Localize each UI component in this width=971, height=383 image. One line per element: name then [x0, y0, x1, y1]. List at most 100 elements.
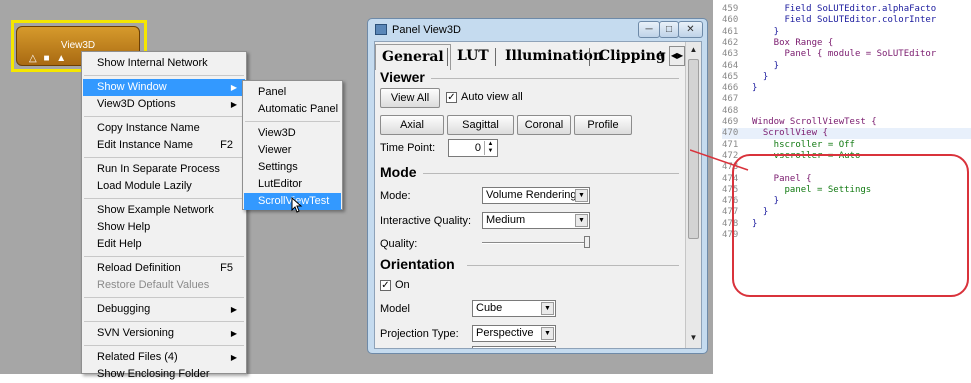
viewer-group-heading: Viewer [380, 69, 425, 85]
line-number: 467 [722, 94, 739, 105]
spin-arrows-icon[interactable]: ▲ ▼ [484, 141, 496, 155]
submenu-item-luteditor[interactable]: LutEditor [244, 176, 341, 193]
panel-vertical-scrollbar[interactable]: ▲ ▼ [685, 42, 701, 348]
code-line[interactable]: 460 Field SoLUTEditor.colorInter [722, 15, 971, 26]
menu-shortcut: F2 [220, 139, 233, 151]
code-line[interactable]: 470 ScrollView { [722, 128, 971, 140]
submenu-arrow-icon: ▶ [230, 83, 237, 92]
panel-titlebar[interactable]: Panel View3D ─ □ ✕ [368, 19, 707, 41]
sagittal-button[interactable]: Sagittal [447, 115, 514, 135]
orientation-on-label: On [395, 279, 410, 291]
hidden-select[interactable] [472, 346, 556, 348]
time-point-spinbox[interactable]: 0 ▲ ▼ [448, 139, 498, 157]
menu-item-edit-help[interactable]: Edit Help [83, 236, 245, 253]
menu-item-run-in-separate-process[interactable]: Run In Separate Process [83, 161, 245, 178]
scroll-down-icon[interactable]: ▼ [686, 330, 701, 346]
time-point-label: Time Point: [380, 142, 436, 154]
annotation-connector [690, 149, 749, 171]
close-button[interactable]: ✕ [678, 21, 703, 38]
auto-view-all-checkbox[interactable]: ✓ [446, 92, 457, 103]
code-text: } [752, 71, 769, 82]
quality-slider-track[interactable] [482, 242, 590, 244]
menu-item-view3d-options[interactable]: View3D Options ▶ [83, 96, 245, 113]
orientation-on-checkbox[interactable]: ✓ [380, 280, 391, 291]
menu-item-show-example-network[interactable]: Show Example Network [83, 202, 245, 219]
menu-item-copy-instance-name[interactable]: Copy Instance Name [83, 120, 245, 137]
maximize-button[interactable]: □ [659, 21, 679, 38]
submenu-item-viewer[interactable]: Viewer [244, 142, 341, 159]
menu-item-edit-instance-name[interactable]: Edit Instance Name F2 [83, 137, 245, 154]
menu-item-label: Load Module Lazily [97, 180, 192, 192]
interactive-quality-value: Medium [486, 214, 526, 226]
menu-item-load-module-lazily[interactable]: Load Module Lazily [83, 178, 245, 195]
submenu-item-panel[interactable]: Panel [244, 84, 341, 101]
tab-divider [447, 48, 448, 66]
code-text: Window ScrollViewTest { [752, 117, 877, 127]
code-line[interactable]: 464 } [722, 61, 971, 72]
code-line[interactable]: 461 } [722, 27, 971, 38]
minimize-button[interactable]: ─ [638, 21, 660, 38]
menu-item-label: Debugging [97, 303, 151, 315]
tab-general[interactable]: General [375, 44, 451, 70]
orientation-group-heading: Orientation [380, 256, 455, 272]
show-window-submenu: Panel Automatic Panel View3D Viewer Settings… [242, 80, 343, 210]
view-all-button[interactable]: View All [380, 88, 440, 108]
submenu-arrow-icon: ▶ [230, 329, 237, 338]
code-line[interactable]: 465 } [722, 72, 971, 83]
line-number: 462 [722, 37, 739, 48]
menu-item-label: Related Files (4) [97, 351, 178, 363]
tab-lut[interactable]: LUT [451, 44, 495, 70]
code-line[interactable]: 471 hscroller = Off [722, 140, 971, 151]
menu-item-restore-default-values[interactable]: Restore Default Values [83, 277, 245, 294]
submenu-item-view3d[interactable]: View3D [244, 125, 341, 142]
quality-slider-handle[interactable] [584, 236, 590, 248]
profile-button[interactable]: Profile [574, 115, 632, 135]
submenu-item-settings[interactable]: Settings [244, 159, 341, 176]
code-line[interactable]: 469 Window ScrollViewTest { [722, 117, 971, 128]
chevron-down-icon: ▼ [541, 302, 554, 315]
axial-button[interactable]: Axial [380, 115, 444, 135]
general-tab-content: Viewer View All ✓ Auto view all Axial Sa… [375, 69, 685, 348]
menu-item-reload-definition[interactable]: Reload Definition F5 [83, 260, 245, 277]
code-line[interactable]: 466} [722, 83, 971, 94]
menu-item-label: Show Internal Network [97, 57, 208, 69]
submenu-item-automatic-panel[interactable]: Automatic Panel [244, 101, 341, 118]
coronal-button[interactable]: Coronal [517, 115, 571, 135]
submenu-arrow-icon: ▶ [230, 305, 237, 314]
group-divider [423, 173, 679, 174]
module-ports-icon[interactable]: △ ■ ▲ [29, 53, 68, 64]
panel-window[interactable]: Panel View3D ─ □ ✕ General LUT Illuminat… [367, 18, 708, 354]
scroll-up-icon[interactable]: ▲ [686, 42, 701, 58]
code-text: Field SoLUTEditor.alphaFacto [752, 4, 937, 14]
menu-item-label: Copy Instance Name [97, 122, 200, 134]
code-text: Panel { module = SoLUTEditor [752, 49, 937, 60]
tab-overflow[interactable]: A [655, 44, 666, 70]
tab-scroll-arrows-icon[interactable]: ◀▶ [669, 46, 685, 66]
menu-item-show-internal-network[interactable]: Show Internal Network [83, 55, 245, 72]
submenu-arrow-icon: ▶ [230, 100, 237, 109]
interactive-quality-select[interactable]: Medium ▼ [482, 212, 590, 229]
line-number: 461 [722, 26, 739, 37]
menu-item-show-enclosing-folder[interactable]: Show Enclosing Folder [83, 366, 245, 383]
code-line[interactable]: 468 [722, 106, 971, 117]
annotation-callout [732, 154, 969, 297]
menu-item-show-window[interactable]: Show Window ▶ [83, 79, 245, 96]
projection-type-select[interactable]: Perspective ▼ [472, 325, 556, 342]
model-select-value: Cube [476, 302, 503, 314]
menu-item-related-files-4[interactable]: Related Files (4) ▶ [83, 349, 245, 366]
chevron-down-icon: ▼ [575, 214, 588, 227]
menu-item-show-help[interactable]: Show Help [83, 219, 245, 236]
menu-item-debugging[interactable]: Debugging ▶ [83, 301, 245, 318]
code-text: } [752, 60, 780, 71]
code-line[interactable]: 462 Box Range { [722, 38, 971, 49]
menu-item-label: View3D Options [97, 98, 176, 110]
menu-item-svn-versioning[interactable]: SVN Versioning ▶ [83, 325, 245, 342]
mode-select[interactable]: Volume Rendering ▼ [482, 187, 590, 204]
menu-item-label: Show Enclosing Folder [97, 368, 210, 380]
projection-type-value: Perspective [476, 327, 534, 339]
model-select[interactable]: Cube ▼ [472, 300, 556, 317]
code-line[interactable]: 459 Field SoLUTEditor.alphaFacto [722, 4, 971, 15]
code-line[interactable]: 463 Panel { module = SoLUTEditor [722, 49, 971, 60]
code-line[interactable]: 467 [722, 94, 971, 105]
mode-label: Mode: [380, 190, 411, 202]
